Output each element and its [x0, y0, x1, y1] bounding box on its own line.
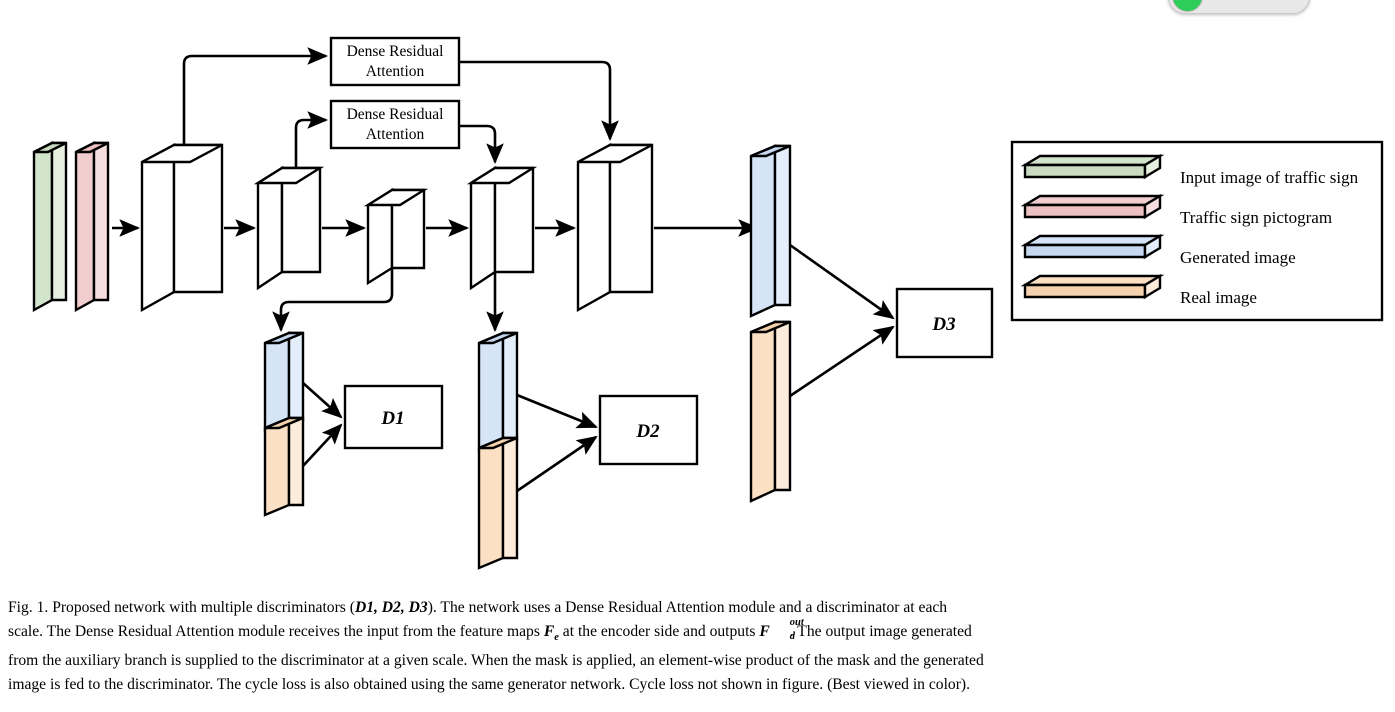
- arrow-gen1-to-d1: [302, 382, 343, 419]
- arrow-real3-to-d3: [789, 325, 895, 398]
- arrow-real2-to-d2: [516, 435, 598, 493]
- legend-swatch-generated-image: [1020, 233, 1165, 260]
- caption-seg-2a: scale. The Dense Residual Attention modu…: [8, 622, 544, 640]
- legend-label-generated-image: Generated image: [1180, 248, 1296, 267]
- caption-seg-2b: at the encoder side and outputs: [558, 622, 760, 640]
- arrow-gen3-to-d3: [789, 243, 895, 320]
- caption-seg-3: from the auxiliary branch is supplied to…: [8, 652, 984, 670]
- caption-seg-2c: . The output image generated: [789, 622, 972, 640]
- legend-label-pictogram: Traffic sign pictogram: [1180, 208, 1332, 227]
- caption-line-4: image is fed to the discriminator. The c…: [8, 673, 1390, 697]
- legend-swatch-pictogram: [1020, 193, 1165, 220]
- symbol-Fe: Fe: [543, 622, 559, 643]
- d3-label: D3: [931, 314, 955, 335]
- legend-swatch-input-image: [1020, 153, 1165, 180]
- dense-residual-attention-bottom[interactable]: Dense Residual Attention: [329, 99, 461, 150]
- dense-residual-attention-top[interactable]: Dense Residual Attention: [329, 36, 461, 87]
- symbol-Fd-out: Fout d: [759, 616, 804, 642]
- real-plate-d2: [477, 436, 519, 570]
- d1-label: D1: [380, 408, 404, 429]
- dra-top-line1: Dense Residual: [347, 43, 444, 60]
- encoder-block-1: [140, 143, 224, 313]
- dra-top-line2: Attention: [366, 63, 425, 80]
- dra-bottom-line2: Attention: [366, 126, 425, 143]
- caption-line-1: Fig. 1. Proposed network with multiple d…: [8, 596, 1390, 620]
- dra-top-to-decoder2: [459, 60, 619, 142]
- input-image-plate: [32, 141, 68, 313]
- generated-plate-d3: [749, 144, 792, 318]
- dra-bottom-line1: Dense Residual: [347, 106, 444, 123]
- dra-bottom-to-decoder1: [459, 124, 504, 165]
- skip-encoder1-to-dra-top: [182, 47, 329, 145]
- real-plate-d1: [263, 416, 305, 517]
- network-architecture-diagram: Dense Residual Attention Dense Residual …: [32, 36, 1384, 570]
- caption-seg-1a: Fig. 1. Proposed network with multiple d…: [8, 599, 355, 616]
- arrow-gen2-to-d2: [516, 393, 598, 429]
- discriminator-d1[interactable]: D1: [343, 384, 444, 450]
- bottleneck-block: [363, 187, 429, 286]
- encoder-block-2: [253, 165, 325, 291]
- caption-discriminator-list: D1, D2, D3: [354, 599, 428, 616]
- decoder-block-1: [466, 165, 538, 291]
- caption-line-3: from the auxiliary branch is supplied to…: [8, 649, 1390, 673]
- legend: Input image of traffic sign Traffic sign…: [1010, 140, 1384, 322]
- arrow-real1-to-d1: [302, 423, 343, 467]
- decoder-block-2: [576, 143, 654, 313]
- pictogram-plate: [74, 141, 110, 313]
- figure-caption: Fig. 1. Proposed network with multiple d…: [8, 596, 1390, 696]
- discriminator-d3[interactable]: D3: [895, 287, 994, 359]
- figure-container: Dense Residual Attention Dense Residual …: [0, 0, 1395, 712]
- generated-plate-d2: [477, 331, 519, 452]
- legend-swatch-real-image: [1020, 273, 1165, 300]
- skip-encoder2-to-dra-bottom: [294, 111, 329, 168]
- caption-line-2: scale. The Dense Residual Attention modu…: [8, 616, 1390, 650]
- discriminator-d2[interactable]: D2: [598, 394, 699, 466]
- caption-seg-1c: ). The network uses a Dense Residual Att…: [427, 599, 948, 616]
- real-plate-d3: [749, 320, 792, 503]
- generated-plate-d1: [263, 331, 305, 432]
- caption-seg-4: image is fed to the discriminator. The c…: [8, 675, 970, 693]
- legend-label-real-image: Real image: [1180, 288, 1257, 307]
- legend-label-input-image: Input image of traffic sign: [1180, 168, 1359, 187]
- d2-label: D2: [635, 421, 660, 442]
